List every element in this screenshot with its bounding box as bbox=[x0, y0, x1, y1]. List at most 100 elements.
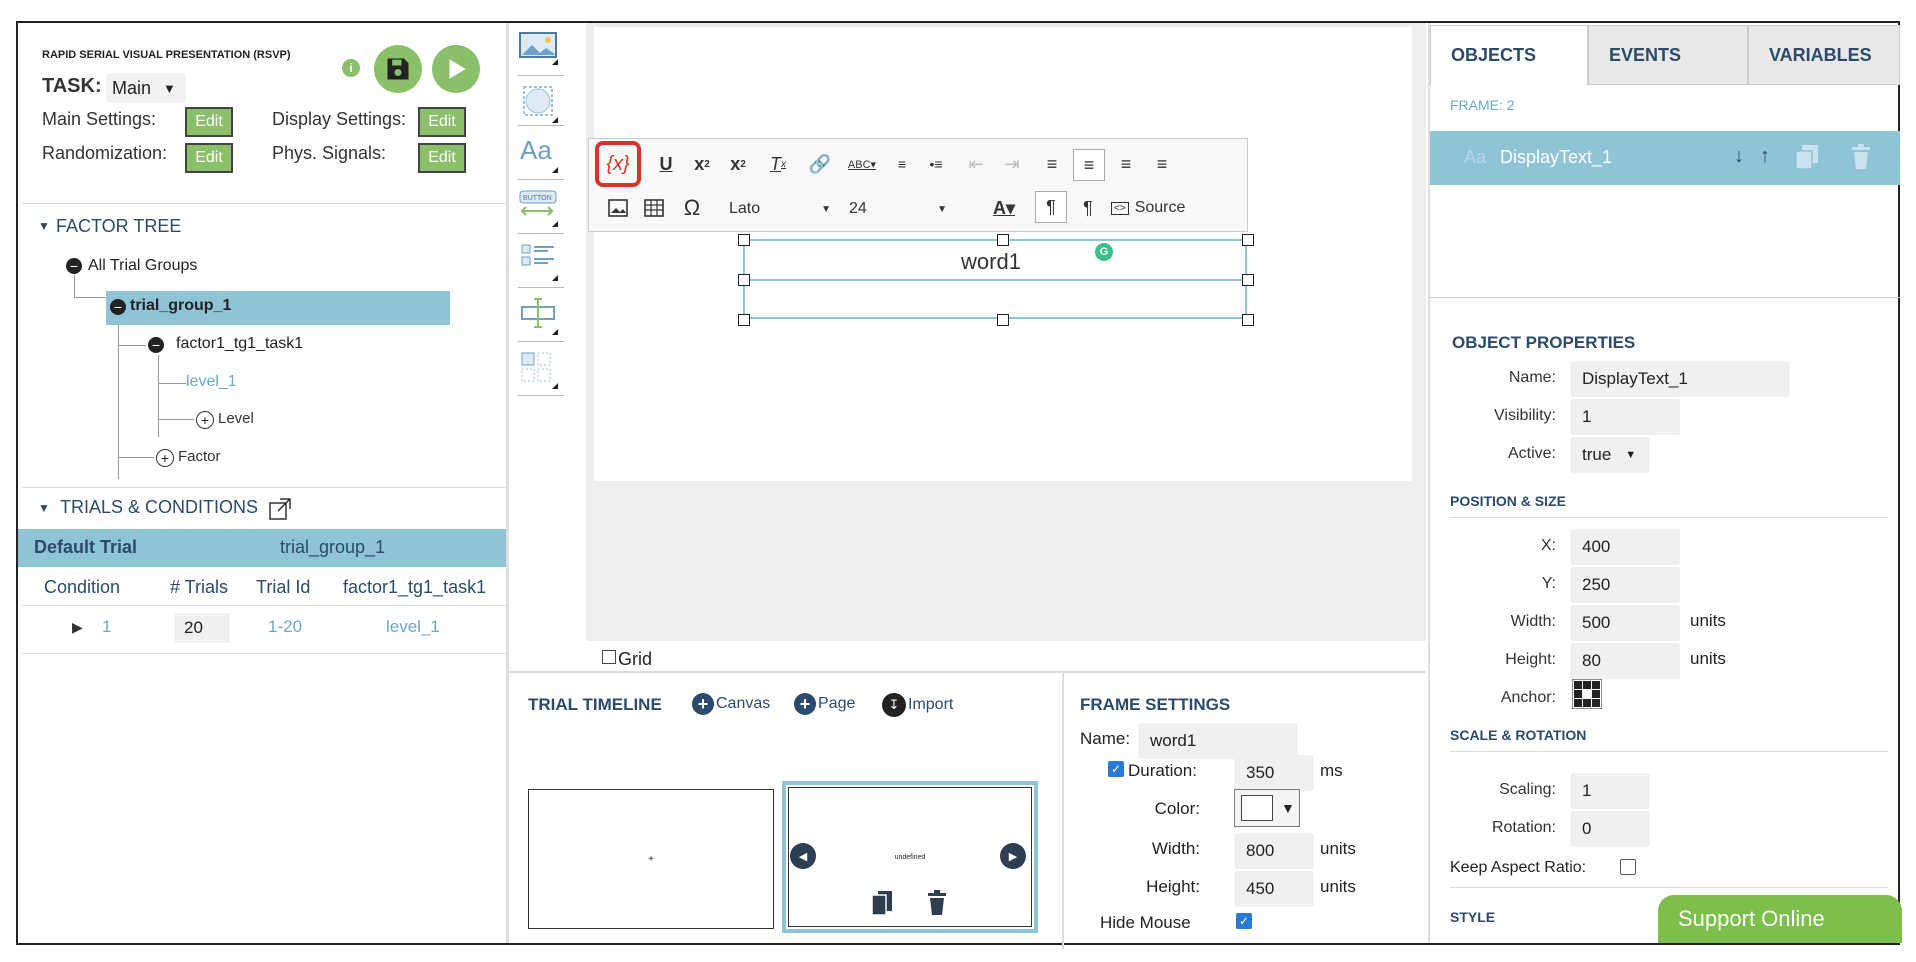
font-size-select[interactable]: 24 ▼ bbox=[839, 197, 947, 221]
trials-count-input[interactable]: 20 bbox=[174, 613, 230, 643]
input-tool-icon[interactable] bbox=[518, 295, 564, 342]
resize-handle[interactable] bbox=[997, 314, 1009, 326]
tab-events[interactable]: EVENTS bbox=[1588, 25, 1748, 85]
grammarly-icon[interactable]: G bbox=[1095, 243, 1113, 261]
grid-checkbox[interactable] bbox=[602, 650, 616, 664]
add-page-button[interactable]: + Page bbox=[794, 693, 855, 715]
add-level-label[interactable]: Level bbox=[218, 410, 254, 427]
object-width-input[interactable]: 500 bbox=[1570, 605, 1680, 641]
image-tool-icon[interactable] bbox=[518, 29, 564, 76]
collapse-icon[interactable]: − bbox=[148, 337, 164, 353]
numbered-list-icon[interactable]: ≡ bbox=[889, 151, 915, 177]
delete-object-icon[interactable] bbox=[1850, 143, 1872, 176]
grid-tool-icon[interactable] bbox=[518, 349, 564, 396]
scaling-input[interactable]: 1 bbox=[1570, 773, 1650, 809]
phys-signals-edit-button[interactable]: Edit bbox=[418, 143, 466, 173]
save-icon[interactable] bbox=[374, 45, 422, 93]
superscript-icon[interactable]: x2 bbox=[725, 151, 751, 177]
bulleted-list-icon[interactable]: •≡ bbox=[923, 151, 949, 177]
timeline-frame-2[interactable]: undefined ◀ ▶ bbox=[782, 781, 1038, 933]
hide-mouse-checkbox[interactable]: ✓ bbox=[1236, 913, 1252, 929]
info-icon[interactable]: i bbox=[342, 59, 360, 77]
link-icon[interactable]: 🔗 bbox=[807, 151, 833, 177]
resize-handle[interactable] bbox=[1242, 274, 1254, 286]
font-family-select[interactable]: Lato ▼ bbox=[717, 197, 831, 221]
add-level-icon[interactable]: + bbox=[196, 411, 214, 429]
shape-tool-icon[interactable] bbox=[518, 79, 564, 126]
move-left-icon[interactable]: ◀ bbox=[790, 843, 816, 869]
factor-tree-toggle-icon[interactable]: ▼ bbox=[38, 219, 50, 233]
expand-row-icon[interactable]: ▶ bbox=[72, 619, 83, 636]
task-select[interactable]: Main ▼ bbox=[106, 73, 186, 103]
justify-icon[interactable]: ≡ bbox=[1149, 151, 1175, 177]
collapse-icon[interactable]: − bbox=[66, 258, 82, 274]
duplicate-icon[interactable] bbox=[1794, 143, 1820, 176]
tab-objects[interactable]: OBJECTS bbox=[1430, 25, 1588, 85]
text-tool-icon[interactable]: Aa bbox=[518, 133, 564, 180]
insert-table-icon[interactable] bbox=[641, 195, 667, 221]
ltr-icon[interactable]: ¶ bbox=[1035, 191, 1067, 223]
frame-name-input[interactable]: word1 bbox=[1138, 723, 1298, 759]
frame-height-input[interactable]: 450 bbox=[1234, 871, 1314, 907]
frame-width-input[interactable]: 800 bbox=[1234, 833, 1314, 869]
resize-handle[interactable] bbox=[738, 274, 750, 286]
resize-handle[interactable] bbox=[1242, 234, 1254, 246]
x-input[interactable]: 400 bbox=[1570, 529, 1680, 565]
tab-variables[interactable]: VARIABLES bbox=[1748, 25, 1900, 85]
object-name-input[interactable]: DisplayText_1 bbox=[1570, 361, 1790, 397]
button-tool-icon[interactable]: BUTTON bbox=[518, 187, 564, 234]
rtl-icon[interactable]: ¶ bbox=[1075, 195, 1101, 221]
align-left-icon[interactable]: ≡ bbox=[1039, 151, 1065, 177]
variable-insert-button[interactable]: {x} bbox=[595, 141, 641, 187]
randomization-edit-button[interactable]: Edit bbox=[185, 143, 233, 173]
popout-icon[interactable] bbox=[268, 497, 292, 526]
delete-frame-icon[interactable] bbox=[926, 889, 948, 922]
display-settings-edit-button[interactable]: Edit bbox=[418, 107, 466, 137]
resize-handle[interactable] bbox=[738, 314, 750, 326]
duration-checkbox[interactable]: ✓ bbox=[1108, 761, 1124, 777]
y-input[interactable]: 250 bbox=[1570, 567, 1680, 603]
collapse-icon[interactable]: − bbox=[110, 299, 126, 315]
duration-input[interactable]: 350 bbox=[1234, 755, 1314, 791]
trials-toggle-icon[interactable]: ▼ bbox=[38, 501, 50, 515]
canvas-text[interactable]: word1 bbox=[961, 249, 1021, 275]
active-select[interactable]: true ▼ bbox=[1570, 437, 1650, 473]
text-color-icon[interactable]: A▾ bbox=[987, 195, 1021, 221]
add-factor-label[interactable]: Factor bbox=[178, 448, 221, 465]
level-value[interactable]: level_1 bbox=[386, 617, 440, 637]
object-list-item[interactable]: Aa DisplayText_1 ↓ ↑ bbox=[1430, 131, 1900, 185]
move-right-icon[interactable]: ▶ bbox=[1000, 843, 1026, 869]
outdent-icon[interactable]: ⇤ bbox=[963, 151, 989, 177]
object-height-input[interactable]: 80 bbox=[1570, 643, 1680, 679]
resize-handle[interactable] bbox=[997, 234, 1009, 246]
remove-format-icon[interactable]: Tx bbox=[765, 151, 791, 177]
rotation-input[interactable]: 0 bbox=[1570, 811, 1650, 847]
copy-frame-icon[interactable] bbox=[870, 889, 894, 922]
source-button[interactable]: <> Source bbox=[1111, 195, 1185, 221]
main-settings-edit-button[interactable]: Edit bbox=[185, 107, 233, 137]
add-canvas-button[interactable]: + Canvas bbox=[692, 693, 770, 715]
anchor-grid-icon[interactable] bbox=[1571, 678, 1603, 714]
subscript-icon[interactable]: x2 bbox=[689, 151, 715, 177]
resize-handle[interactable] bbox=[738, 234, 750, 246]
indent-icon[interactable]: ⇥ bbox=[999, 151, 1025, 177]
add-factor-icon[interactable]: + bbox=[156, 449, 174, 467]
move-up-icon[interactable]: ↑ bbox=[1760, 145, 1770, 168]
play-icon[interactable] bbox=[432, 45, 480, 93]
color-picker[interactable]: ▼ bbox=[1234, 789, 1300, 827]
level-label[interactable]: level_1 bbox=[186, 373, 237, 391]
align-right-icon[interactable]: ≡ bbox=[1113, 151, 1139, 177]
list-tool-icon[interactable] bbox=[518, 241, 564, 288]
factor-label[interactable]: factor1_tg1_task1 bbox=[176, 335, 303, 353]
all-trial-groups[interactable]: All Trial Groups bbox=[88, 257, 197, 275]
resize-handle[interactable] bbox=[1242, 314, 1254, 326]
underline-icon[interactable]: U bbox=[653, 151, 679, 177]
support-online-button[interactable]: Support Online bbox=[1658, 895, 1902, 943]
import-button[interactable]: ↧ Import bbox=[882, 693, 953, 717]
align-center-icon[interactable]: ≡ bbox=[1073, 149, 1105, 181]
keep-aspect-checkbox[interactable] bbox=[1620, 859, 1636, 875]
visibility-input[interactable]: 1 bbox=[1570, 399, 1680, 435]
move-down-icon[interactable]: ↓ bbox=[1734, 145, 1744, 168]
insert-image-icon[interactable] bbox=[605, 195, 631, 221]
timeline-frame-1[interactable]: + bbox=[528, 789, 774, 929]
